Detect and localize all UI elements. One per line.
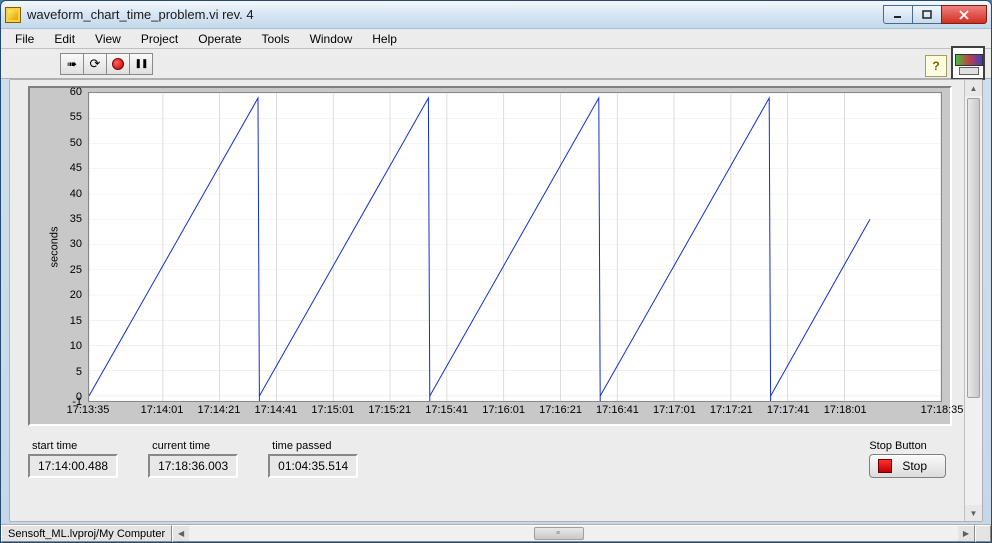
y-tick: 50 bbox=[70, 137, 82, 149]
scroll-up-arrow[interactable]: ▲ bbox=[965, 80, 982, 96]
menu-window[interactable]: Window bbox=[302, 30, 361, 48]
x-tick: 17:17:01 bbox=[653, 404, 696, 416]
plot-area[interactable] bbox=[88, 92, 942, 402]
menu-file[interactable]: File bbox=[7, 30, 42, 48]
close-button[interactable] bbox=[941, 5, 987, 24]
x-tick: 17:15:41 bbox=[425, 404, 468, 416]
menu-view[interactable]: View bbox=[87, 30, 129, 48]
vertical-scrollbar[interactable]: ▲ ▼ bbox=[964, 80, 982, 521]
scroll-down-arrow[interactable]: ▼ bbox=[965, 505, 982, 521]
resize-grip[interactable] bbox=[975, 525, 991, 542]
x-tick: 17:17:41 bbox=[767, 404, 810, 416]
x-tick: 17:18:35 bbox=[921, 404, 964, 416]
y-tick: 15 bbox=[70, 315, 82, 327]
horizontal-scrollbar[interactable]: ◀ ≡ ▶ bbox=[172, 525, 975, 542]
y-tick: 30 bbox=[70, 238, 82, 250]
front-panel: seconds -1051015202530354045505560 17:13… bbox=[9, 79, 983, 522]
x-tick: 17:15:01 bbox=[311, 404, 354, 416]
time-passed-indicator: time passed 01:04:35.514 bbox=[268, 440, 358, 478]
vi-icon[interactable] bbox=[951, 46, 985, 80]
current-time-indicator: current time 17:18:36.003 bbox=[148, 440, 238, 478]
y-tick: 10 bbox=[70, 340, 82, 352]
y-tick: 0 bbox=[76, 391, 82, 403]
x-tick: 17:18:01 bbox=[824, 404, 867, 416]
x-tick: 17:17:21 bbox=[710, 404, 753, 416]
time-passed-value: 01:04:35.514 bbox=[268, 454, 358, 478]
context-help-button[interactable]: ? bbox=[925, 55, 947, 77]
minimize-button[interactable] bbox=[883, 5, 913, 24]
abort-button[interactable] bbox=[106, 53, 130, 75]
start-time-label: start time bbox=[32, 440, 118, 452]
window-controls bbox=[884, 5, 987, 24]
y-axis-label: seconds bbox=[48, 227, 60, 268]
y-tick: 40 bbox=[70, 188, 82, 200]
start-time-indicator: start time 17:14:00.488 bbox=[28, 440, 118, 478]
stop-control: Stop Button Stop bbox=[869, 440, 946, 478]
menu-project[interactable]: Project bbox=[133, 30, 186, 48]
x-tick: 17:14:21 bbox=[198, 404, 241, 416]
y-axis: seconds -1051015202530354045505560 bbox=[30, 92, 86, 402]
hscroll-left-arrow[interactable]: ◀ bbox=[173, 526, 189, 541]
x-tick: 17:14:01 bbox=[141, 404, 184, 416]
menubar: File Edit View Project Operate Tools Win… bbox=[1, 29, 991, 49]
y-tick: 20 bbox=[70, 289, 82, 301]
hscroll-thumb[interactable]: ≡ bbox=[534, 527, 584, 540]
current-time-label: current time bbox=[152, 440, 238, 452]
titlebar[interactable]: waveform_chart_time_problem.vi rev. 4 bbox=[1, 1, 991, 29]
main-window: waveform_chart_time_problem.vi rev. 4 Fi… bbox=[0, 0, 992, 543]
controls-row: start time 17:14:00.488 current time 17:… bbox=[28, 440, 946, 478]
y-tick: 5 bbox=[76, 366, 82, 378]
toolbar: ? bbox=[1, 49, 991, 79]
stop-label: Stop Button bbox=[869, 440, 946, 452]
current-time-value: 17:18:36.003 bbox=[148, 454, 238, 478]
hscroll-right-arrow[interactable]: ▶ bbox=[958, 526, 974, 541]
maximize-button[interactable] bbox=[912, 5, 942, 24]
run-button[interactable] bbox=[60, 53, 84, 75]
statusbar: Sensoft_ML.lvproj/My Computer ◀ ≡ ▶ bbox=[1, 524, 991, 542]
pause-button[interactable] bbox=[129, 53, 153, 75]
y-tick: 45 bbox=[70, 162, 82, 174]
menu-help[interactable]: Help bbox=[364, 30, 405, 48]
x-tick: 17:16:21 bbox=[539, 404, 582, 416]
x-tick: 17:15:21 bbox=[368, 404, 411, 416]
y-tick: 60 bbox=[70, 86, 82, 98]
menu-edit[interactable]: Edit bbox=[46, 30, 83, 48]
run-continuously-button[interactable] bbox=[83, 53, 107, 75]
stop-icon bbox=[878, 459, 892, 473]
project-path: Sensoft_ML.lvproj/My Computer bbox=[1, 525, 172, 542]
scroll-thumb[interactable] bbox=[967, 98, 980, 398]
waveform-svg bbox=[89, 93, 941, 401]
x-tick: 17:13:35 bbox=[67, 404, 110, 416]
menu-tools[interactable]: Tools bbox=[254, 30, 298, 48]
stop-button[interactable]: Stop bbox=[869, 454, 946, 478]
x-tick: 17:16:41 bbox=[596, 404, 639, 416]
x-axis: 17:13:3517:14:0117:14:2117:14:4117:15:01… bbox=[88, 404, 942, 422]
gridlines bbox=[89, 93, 941, 401]
menu-operate[interactable]: Operate bbox=[190, 30, 249, 48]
y-tick: 25 bbox=[70, 264, 82, 276]
window-title: waveform_chart_time_problem.vi rev. 4 bbox=[27, 7, 884, 22]
waveform-chart[interactable]: seconds -1051015202530354045505560 17:13… bbox=[28, 86, 952, 426]
y-tick: 55 bbox=[70, 111, 82, 123]
start-time-value: 17:14:00.488 bbox=[28, 454, 118, 478]
x-tick: 17:14:41 bbox=[254, 404, 297, 416]
x-tick: 17:16:01 bbox=[482, 404, 525, 416]
stop-button-text: Stop bbox=[902, 459, 927, 473]
app-icon bbox=[5, 7, 21, 23]
y-tick: 35 bbox=[70, 213, 82, 225]
time-passed-label: time passed bbox=[272, 440, 358, 452]
